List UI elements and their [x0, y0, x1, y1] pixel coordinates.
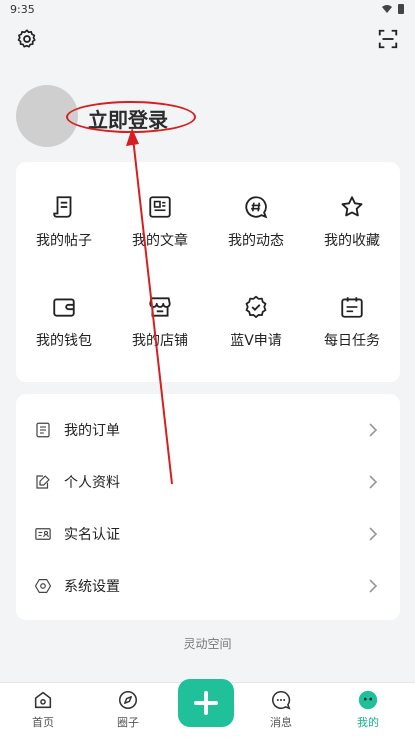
compass-icon	[118, 690, 138, 710]
nav-messages[interactable]: 消息	[246, 689, 316, 730]
order-icon	[36, 422, 50, 438]
article-icon	[149, 196, 171, 218]
settings-list-card: 我的订单 个人资料 实名认证 系统设置	[16, 394, 400, 620]
list-label: 系统设置	[64, 579, 120, 595]
wifi-icon	[382, 5, 392, 13]
status-bar: 9:35	[0, 0, 415, 20]
grid-item-posts[interactable]: 我的帖子	[16, 172, 112, 272]
list-item-orders[interactable]: 我的订单	[16, 404, 400, 456]
grid-item-activity[interactable]: 我的动态	[208, 172, 304, 272]
list-item-system-settings[interactable]: 系统设置	[16, 560, 400, 612]
grid-item-bluev[interactable]: 蓝V申请	[208, 272, 304, 372]
wallet-icon	[53, 298, 75, 317]
nav-label: 我的	[357, 716, 379, 729]
add-button[interactable]	[178, 679, 234, 727]
settings-gear-icon[interactable]	[16, 28, 38, 50]
grid-label: 我的动态	[228, 233, 284, 249]
nav-home[interactable]: 首页	[8, 689, 78, 730]
grid-item-wallet[interactable]: 我的钱包	[16, 272, 112, 372]
grid-item-daily-tasks[interactable]: 每日任务	[304, 272, 400, 372]
star-icon	[341, 196, 363, 217]
nav-label: 消息	[270, 716, 292, 729]
feature-grid-card: 我的帖子 我的文章 我的动态 我的收藏 我的钱包 我的店铺 蓝V申请 每日任务	[16, 162, 400, 382]
nav-me[interactable]: 我的	[333, 689, 403, 730]
nav-circle[interactable]: 圈子	[93, 689, 163, 730]
calendar-icon	[341, 297, 363, 318]
grid-label: 每日任务	[324, 333, 380, 349]
user-face-icon	[358, 690, 378, 710]
list-item-verification[interactable]: 实名认证	[16, 508, 400, 560]
grid-label: 我的帖子	[36, 233, 92, 249]
nav-label: 首页	[32, 716, 54, 729]
grid-item-articles[interactable]: 我的文章	[112, 172, 208, 272]
settings-hex-icon	[34, 579, 52, 593]
chevron-right-icon	[369, 475, 378, 489]
battery-icon	[398, 4, 404, 14]
grid-label: 我的文章	[132, 233, 188, 249]
plus-icon	[194, 691, 218, 715]
verified-badge-icon	[245, 295, 267, 318]
list-label: 个人资料	[64, 475, 120, 491]
id-card-icon	[35, 528, 51, 540]
note-icon	[53, 196, 72, 218]
chevron-right-icon	[369, 579, 378, 593]
grid-label: 我的店铺	[132, 333, 188, 349]
hashtag-chat-icon	[245, 196, 268, 219]
app-name-footer: 灵动空间	[183, 637, 232, 651]
feature-grid: 我的帖子 我的文章 我的动态 我的收藏 我的钱包 我的店铺 蓝V申请 每日任务	[16, 162, 400, 382]
edit-profile-icon	[36, 475, 50, 489]
grid-label: 蓝V申请	[230, 333, 282, 349]
chevron-right-icon	[369, 527, 378, 541]
grid-item-store[interactable]: 我的店铺	[112, 272, 208, 372]
status-time: 9:35	[10, 3, 35, 16]
grid-label: 我的钱包	[36, 333, 92, 349]
bottom-navigation: 首页 圈子 消息 我的	[0, 679, 415, 739]
store-icon	[149, 297, 171, 317]
scan-icon[interactable]	[377, 28, 399, 50]
nav-label: 圈子	[117, 716, 139, 729]
chat-icon	[272, 690, 291, 710]
annotation-circle	[66, 101, 196, 133]
list-label: 我的订单	[64, 423, 120, 439]
grid-item-favorites[interactable]: 我的收藏	[304, 172, 400, 272]
list-label: 实名认证	[64, 527, 120, 543]
list-item-profile[interactable]: 个人资料	[16, 456, 400, 508]
status-icons	[381, 3, 405, 15]
home-icon	[34, 691, 52, 709]
grid-label: 我的收藏	[324, 233, 380, 249]
chevron-right-icon	[369, 423, 378, 437]
